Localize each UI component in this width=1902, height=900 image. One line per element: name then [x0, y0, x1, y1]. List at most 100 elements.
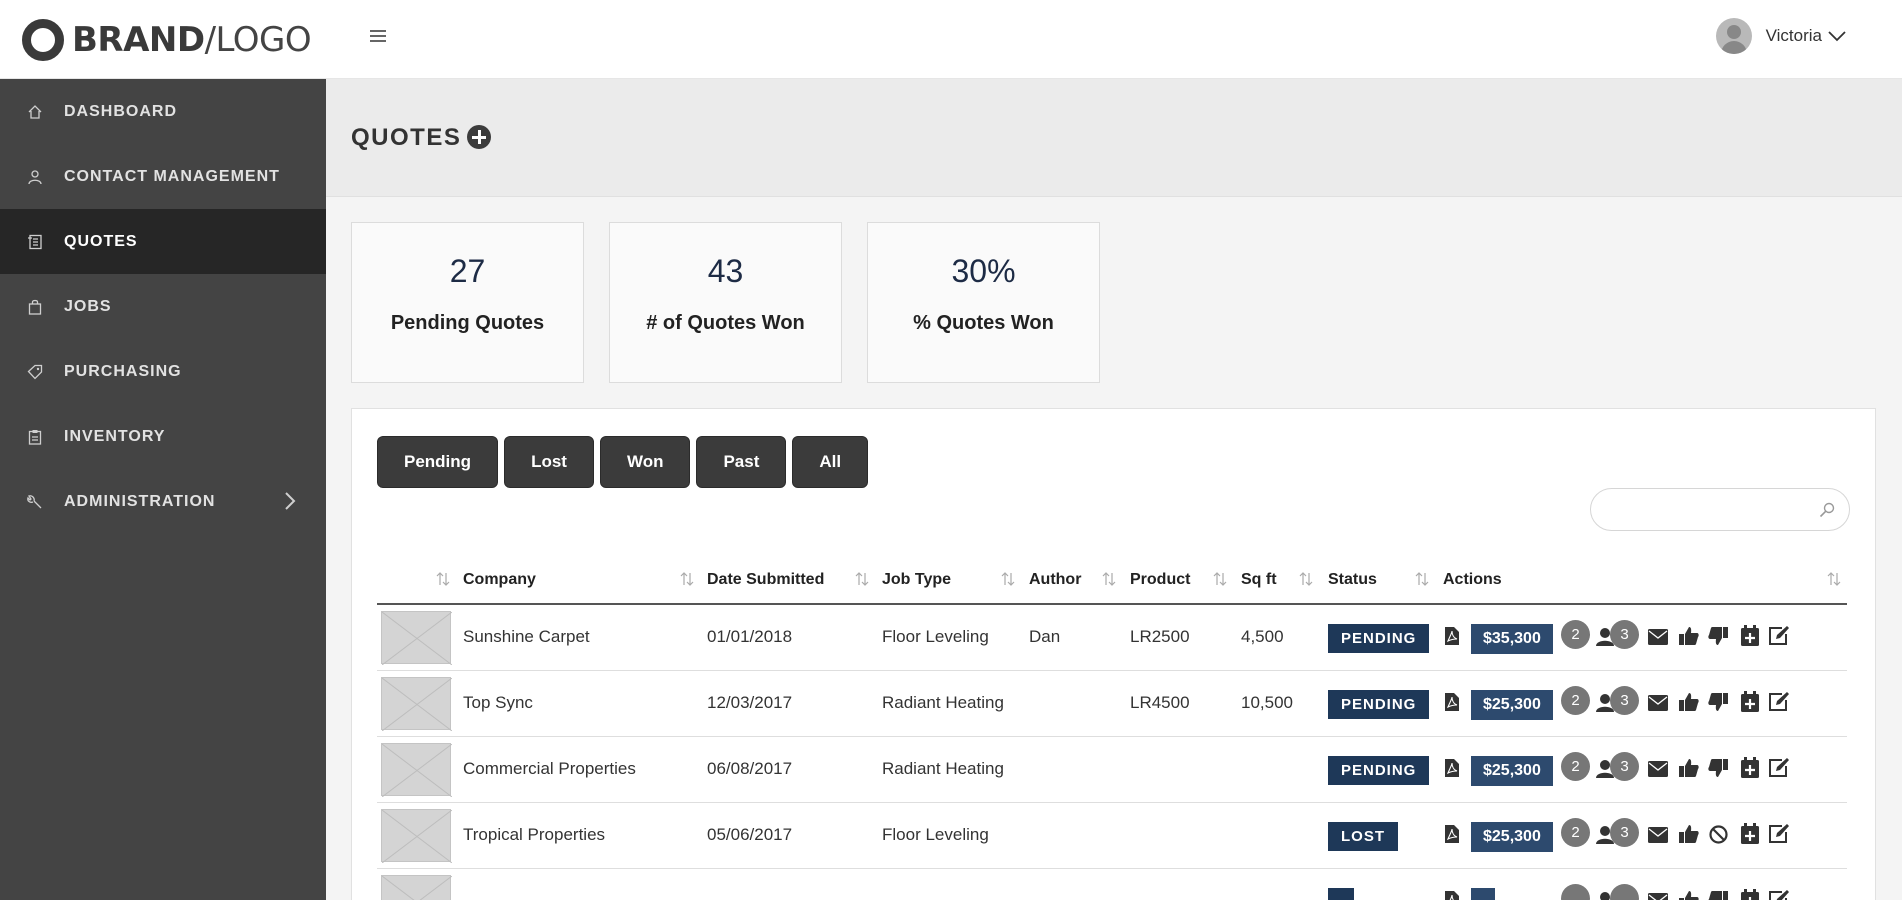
- sidebar-item-contact-management[interactable]: CONTACT MANAGEMENT: [0, 144, 326, 209]
- pdf-icon[interactable]: [1444, 758, 1460, 778]
- sort-icon[interactable]: [1102, 571, 1116, 587]
- count-badge[interactable]: [1561, 884, 1590, 900]
- calendar-add-icon[interactable]: [1741, 823, 1759, 844]
- add-quote-button[interactable]: [467, 125, 491, 149]
- thumbs-up-icon[interactable]: [1679, 824, 1699, 844]
- ban-icon[interactable]: [1709, 825, 1728, 844]
- count-badge[interactable]: 3: [1610, 686, 1639, 715]
- date-cell: 01/01/2018: [707, 627, 793, 646]
- envelope-icon[interactable]: [1648, 629, 1668, 645]
- company-cell[interactable]: Top Sync: [463, 693, 533, 713]
- sidebar-item-label: ADMINISTRATION: [64, 492, 216, 510]
- column-author[interactable]: Author: [1029, 571, 1081, 589]
- quote-price-badge[interactable]: $25,300: [1471, 690, 1553, 720]
- column-date-submitted[interactable]: Date Submitted: [707, 571, 824, 589]
- filter-won-button[interactable]: Won: [599, 436, 691, 488]
- top-bar: BRAND/LOGO Victoria: [0, 0, 1902, 79]
- sidebar-item-inventory[interactable]: INVENTORY: [0, 404, 326, 469]
- sort-icon[interactable]: [855, 571, 869, 587]
- thumbs-up-icon[interactable]: [1679, 626, 1699, 646]
- thumbs-up-icon[interactable]: [1679, 692, 1699, 712]
- sidebar-item-quotes[interactable]: QUOTES: [0, 209, 326, 274]
- count-badge[interactable]: 3: [1610, 620, 1639, 649]
- count-badge[interactable]: 2: [1561, 752, 1590, 781]
- search-input[interactable]: [1607, 489, 1817, 529]
- column-sqft[interactable]: Sq ft: [1241, 571, 1277, 589]
- company-cell[interactable]: Sunshine Carpet: [463, 627, 590, 647]
- thumbs-up-icon[interactable]: [1679, 890, 1699, 900]
- quote-price-badge[interactable]: [1471, 888, 1495, 900]
- status-badge: PENDING: [1328, 624, 1430, 653]
- filter-lost-button[interactable]: Lost: [504, 436, 594, 488]
- table-row[interactable]: Tropical Properties 05/06/2017 Floor Lev…: [377, 803, 1847, 869]
- sort-icon[interactable]: [436, 571, 450, 587]
- sidebar-item-dashboard[interactable]: DASHBOARD: [0, 79, 326, 144]
- count-badge[interactable]: 2: [1561, 620, 1590, 649]
- edit-icon[interactable]: [1768, 625, 1790, 646]
- calendar-add-icon[interactable]: [1741, 889, 1759, 900]
- count-badge[interactable]: 2: [1561, 818, 1590, 847]
- edit-icon[interactable]: [1768, 823, 1790, 844]
- search-icon[interactable]: [1819, 502, 1835, 518]
- thumbs-down-icon[interactable]: [1708, 692, 1728, 712]
- column-actions[interactable]: Actions: [1443, 571, 1502, 589]
- pdf-icon[interactable]: [1444, 626, 1460, 646]
- calendar-add-icon[interactable]: [1741, 757, 1759, 778]
- filter-all-button[interactable]: All: [792, 436, 869, 488]
- edit-icon[interactable]: [1768, 889, 1790, 900]
- count-badge[interactable]: 2: [1561, 686, 1590, 715]
- date-cell: 05/06/2017: [707, 825, 793, 844]
- sidebar-item-administration[interactable]: ADMINISTRATION: [0, 469, 326, 534]
- sidebar-item-label: CONTACT MANAGEMENT: [64, 167, 280, 185]
- calendar-add-icon[interactable]: [1741, 625, 1759, 646]
- pdf-icon[interactable]: [1444, 692, 1460, 712]
- thumbs-down-icon[interactable]: [1708, 890, 1728, 900]
- sort-icon[interactable]: [680, 571, 694, 587]
- sort-icon[interactable]: [1827, 571, 1841, 587]
- quote-price-badge[interactable]: $25,300: [1471, 756, 1553, 786]
- sort-icon[interactable]: [1213, 571, 1227, 587]
- sort-icon[interactable]: [1415, 571, 1429, 587]
- quote-price-badge[interactable]: $25,300: [1471, 822, 1553, 852]
- sidebar-item-purchasing[interactable]: PURCHASING: [0, 339, 326, 404]
- menu-toggle-icon[interactable]: [370, 30, 386, 44]
- date-cell: 06/08/2017: [707, 759, 793, 778]
- company-cell[interactable]: Commercial Properties: [463, 759, 636, 779]
- sidebar-item-label: JOBS: [64, 297, 112, 315]
- count-badge[interactable]: [1610, 884, 1639, 900]
- envelope-icon[interactable]: [1648, 893, 1668, 900]
- thumbs-down-icon[interactable]: [1708, 758, 1728, 778]
- calendar-add-icon[interactable]: [1741, 691, 1759, 712]
- envelope-icon[interactable]: [1648, 827, 1668, 843]
- thumbs-down-icon[interactable]: [1708, 626, 1728, 646]
- sidebar-item-jobs[interactable]: JOBS: [0, 274, 326, 339]
- filter-past-button[interactable]: Past: [696, 436, 787, 488]
- quotes-panel: Pending Lost Won Past All Company Date S…: [351, 408, 1876, 900]
- column-product[interactable]: Product: [1130, 571, 1190, 589]
- edit-icon[interactable]: [1768, 757, 1790, 778]
- column-company[interactable]: Company: [463, 571, 536, 589]
- envelope-icon[interactable]: [1648, 695, 1668, 711]
- edit-icon[interactable]: [1768, 691, 1790, 712]
- table-row[interactable]: Top Sync 12/03/2017 Radiant Heating LR45…: [377, 671, 1847, 737]
- wrench-icon: [26, 493, 44, 511]
- table-row[interactable]: Commercial Properties 06/08/2017 Radiant…: [377, 737, 1847, 803]
- column-job-type[interactable]: Job Type: [882, 571, 951, 589]
- envelope-icon[interactable]: [1648, 761, 1668, 777]
- pdf-icon[interactable]: [1444, 890, 1460, 900]
- quote-price-badge[interactable]: $35,300: [1471, 624, 1553, 654]
- filter-pending-button[interactable]: Pending: [377, 436, 499, 488]
- thumbs-up-icon[interactable]: [1679, 758, 1699, 778]
- count-badge[interactable]: 3: [1610, 818, 1639, 847]
- sort-icon[interactable]: [1001, 571, 1015, 587]
- job-type-cell: Floor Leveling: [882, 825, 989, 844]
- table-row[interactable]: Sunshine Carpet 01/01/2018 Floor Levelin…: [377, 605, 1847, 671]
- pdf-icon[interactable]: [1444, 824, 1460, 844]
- column-status[interactable]: Status: [1328, 571, 1377, 589]
- company-cell[interactable]: Tropical Properties: [463, 825, 605, 845]
- table-row[interactable]: [377, 869, 1847, 900]
- brand-logo[interactable]: BRAND/LOGO: [22, 18, 312, 62]
- sort-icon[interactable]: [1299, 571, 1313, 587]
- user-menu[interactable]: Victoria: [1715, 18, 1846, 54]
- count-badge[interactable]: 3: [1610, 752, 1639, 781]
